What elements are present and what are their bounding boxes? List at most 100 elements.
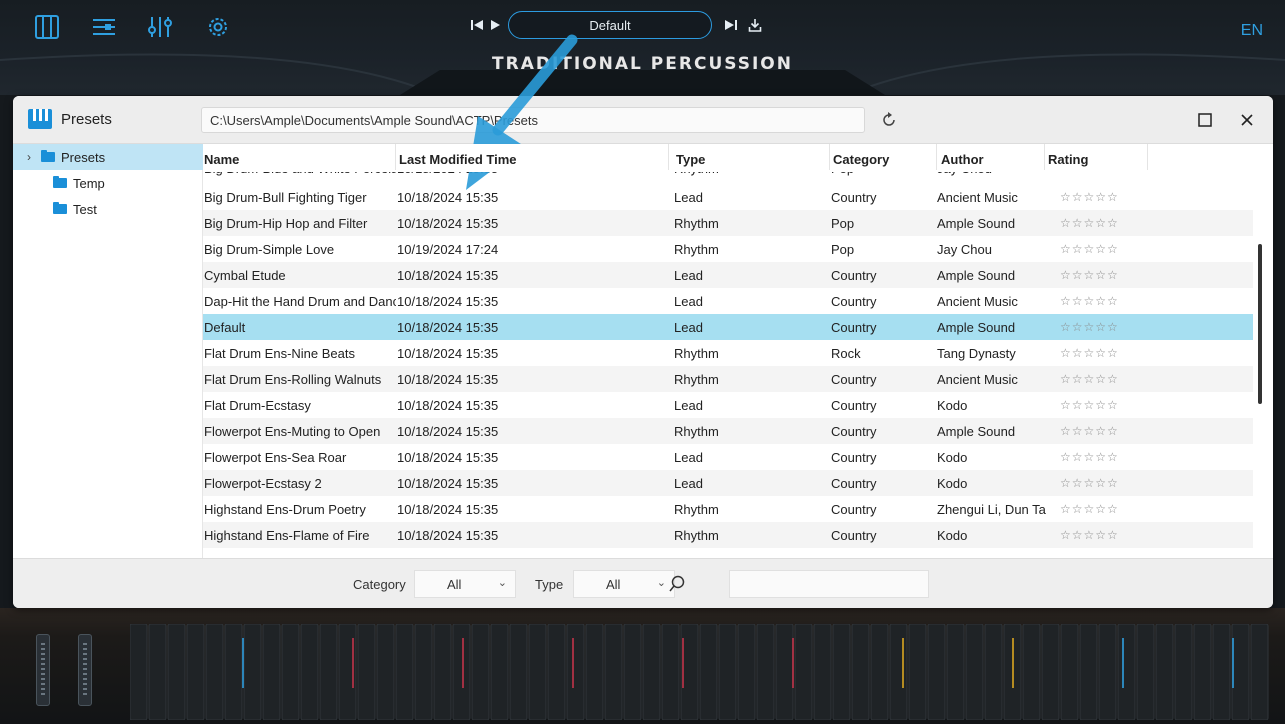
piano-key[interactable] <box>851 624 870 720</box>
cell-rating[interactable]: ☆☆☆☆☆ <box>1060 294 1119 308</box>
language-switch[interactable]: EN <box>1241 22 1263 40</box>
close-icon[interactable] <box>1237 110 1257 130</box>
piano-key[interactable] <box>699 624 718 720</box>
piano-key[interactable] <box>1041 624 1060 720</box>
table-row[interactable]: Flowerpot Ens-Muting to Open 10/18/2024 1… <box>203 418 1253 444</box>
piano-key[interactable] <box>490 624 509 720</box>
cell-rating[interactable]: ☆☆☆☆☆ <box>1060 424 1119 438</box>
piano-key[interactable] <box>205 624 224 720</box>
piano-key[interactable] <box>794 624 813 720</box>
piano-key[interactable] <box>946 624 965 720</box>
table-row[interactable]: Big Drum-Bull Fighting Tiger 10/18/2024 1… <box>203 184 1253 210</box>
piano-key[interactable] <box>642 624 661 720</box>
previous-preset-button[interactable] <box>468 15 486 35</box>
cell-rating[interactable]: ☆☆☆☆☆ <box>1060 476 1119 490</box>
table-scrollbar[interactable] <box>1258 244 1262 404</box>
piano-key[interactable] <box>604 624 623 720</box>
table-row[interactable]: Flowerpot Ens-Sea Roar 10/18/2024 15:35 Le… <box>203 444 1253 470</box>
piano-key[interactable] <box>1136 624 1155 720</box>
piano-key[interactable] <box>414 624 433 720</box>
table-row[interactable]: Flowerpot-Ecstasy 2 10/18/2024 15:35 Lead C… <box>203 470 1253 496</box>
table-row[interactable]: Dap-Hit the Hand Drum and Dance 10/18/202… <box>203 288 1253 314</box>
piano-key[interactable] <box>376 624 395 720</box>
piano-key[interactable] <box>1079 624 1098 720</box>
piano-key[interactable] <box>1250 624 1269 720</box>
piano-key[interactable] <box>585 624 604 720</box>
piano-key[interactable] <box>566 624 585 720</box>
column-header-author[interactable]: Author <box>941 144 1045 170</box>
piano-key[interactable] <box>224 624 243 720</box>
piano-key[interactable] <box>889 624 908 720</box>
piano-key[interactable] <box>471 624 490 720</box>
piano-key[interactable] <box>927 624 946 720</box>
table-row[interactable]: Highstand Ens-Flame of Fire 10/18/2024 15… <box>203 522 1253 548</box>
piano-key[interactable] <box>1231 624 1250 720</box>
piano-key[interactable] <box>130 624 148 720</box>
piano-keyboard[interactable] <box>130 624 1270 720</box>
piano-key[interactable] <box>661 624 680 720</box>
save-preset-button[interactable] <box>746 15 764 35</box>
mixer-icon[interactable] <box>91 14 117 40</box>
piano-key[interactable] <box>1117 624 1136 720</box>
eq-sliders-icon[interactable] <box>147 14 173 40</box>
piano-key[interactable] <box>1174 624 1193 720</box>
piano-key[interactable] <box>148 624 167 720</box>
piano-key[interactable] <box>300 624 319 720</box>
piano-key[interactable] <box>718 624 737 720</box>
piano-key[interactable] <box>319 624 338 720</box>
type-filter-select[interactable]: All ⌄ <box>573 570 675 598</box>
piano-key[interactable] <box>775 624 794 720</box>
piano-key[interactable] <box>243 624 262 720</box>
column-header-rating[interactable]: Rating <box>1048 144 1148 170</box>
piano-key[interactable] <box>186 624 205 720</box>
piano-key[interactable] <box>737 624 756 720</box>
piano-key[interactable] <box>357 624 376 720</box>
current-preset-display[interactable]: Default <box>508 11 712 39</box>
piano-key[interactable] <box>1098 624 1117 720</box>
table-row[interactable]: Flat Drum Ens-Nine Beats 10/18/2024 15:35… <box>203 340 1253 366</box>
table-row[interactable]: Highstand Ens-Drum Poetry 10/18/2024 15:3… <box>203 496 1253 522</box>
cell-rating[interactable]: ☆☆☆☆☆ <box>1060 190 1119 204</box>
table-row[interactable]: Big Drum-Simple Love 10/19/2024 17:24 Rhyt… <box>203 236 1253 262</box>
piano-key[interactable] <box>433 624 452 720</box>
piano-key[interactable] <box>452 624 471 720</box>
piano-key[interactable] <box>281 624 300 720</box>
piano-key[interactable] <box>547 624 566 720</box>
table-row[interactable]: Cymbal Etude 10/18/2024 15:35 Lead Country A… <box>203 262 1253 288</box>
piano-key[interactable] <box>965 624 984 720</box>
piano-key[interactable] <box>1155 624 1174 720</box>
preset-path-field[interactable]: C:\Users\Ample\Documents\Ample Sound\ACT… <box>201 107 865 133</box>
piano-key[interactable] <box>528 624 547 720</box>
column-header-time[interactable]: Last Modified Time <box>399 144 669 170</box>
table-row[interactable]: Flat Drum Ens-Rolling Walnuts 10/18/2024 … <box>203 366 1253 392</box>
piano-key[interactable] <box>870 624 889 720</box>
piano-key[interactable] <box>1060 624 1079 720</box>
table-row[interactable]: Big Drum-Hip Hop and Filter 10/18/2024 15… <box>203 210 1253 236</box>
piano-key[interactable] <box>756 624 775 720</box>
piano-key[interactable] <box>623 624 642 720</box>
search-input[interactable] <box>729 570 929 598</box>
piano-key[interactable] <box>509 624 528 720</box>
maximize-icon[interactable] <box>1198 113 1212 127</box>
piano-key[interactable] <box>813 624 832 720</box>
piano-key[interactable] <box>262 624 281 720</box>
cell-rating[interactable]: ☆☆☆☆☆ <box>1060 320 1119 334</box>
cell-rating[interactable]: ☆☆☆☆☆ <box>1060 268 1119 282</box>
next-preset-button[interactable] <box>722 15 740 35</box>
piano-key[interactable] <box>167 624 186 720</box>
piano-key[interactable] <box>1212 624 1231 720</box>
cell-rating[interactable]: ☆☆☆☆☆ <box>1060 216 1119 230</box>
gear-icon[interactable] <box>205 14 231 40</box>
piano-key[interactable] <box>908 624 927 720</box>
category-filter-select[interactable]: All ⌄ <box>414 570 516 598</box>
tree-item-test[interactable]: Test <box>53 196 203 222</box>
mod-wheel[interactable] <box>78 634 92 706</box>
table-row[interactable]: Flat Drum-Ecstasy 10/18/2024 15:35 Lead Cou… <box>203 392 1253 418</box>
piano-key[interactable] <box>984 624 1003 720</box>
piano-icon[interactable] <box>34 14 60 40</box>
chevron-right-icon[interactable]: › <box>27 150 41 164</box>
table-row[interactable]: Default 10/18/2024 15:35 Lead Country Ample … <box>203 314 1253 340</box>
column-header-name[interactable]: Name <box>204 144 396 170</box>
piano-key[interactable] <box>1193 624 1212 720</box>
cell-rating[interactable]: ☆☆☆☆☆ <box>1060 502 1119 516</box>
